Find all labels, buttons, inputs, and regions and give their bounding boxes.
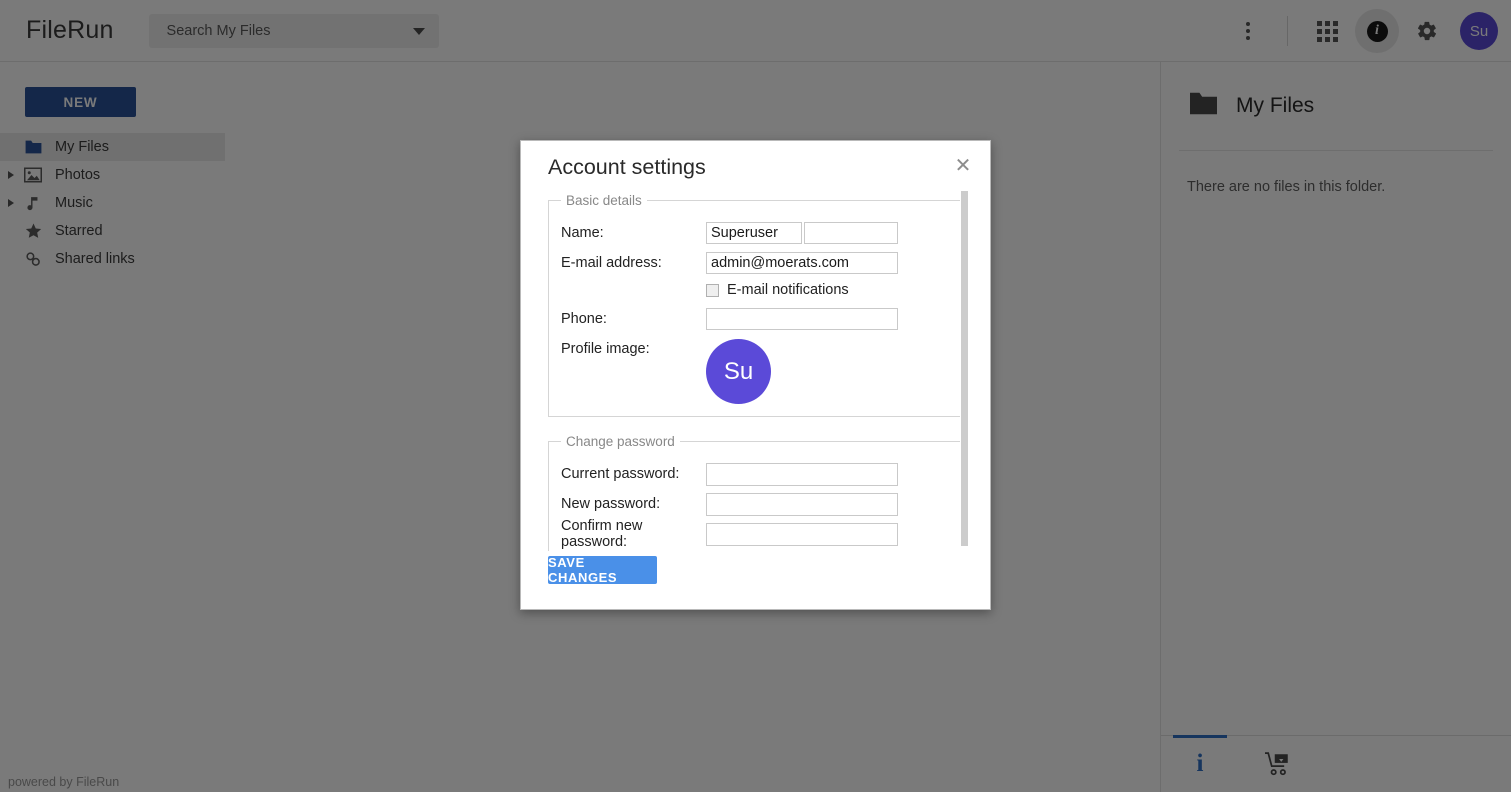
email-field[interactable]: admin@moerats.com [706,252,898,274]
email-row: E-mail address: admin@moerats.com [561,249,955,277]
avatar[interactable]: Su [706,339,771,404]
save-changes-button[interactable]: SAVE CHANGES [548,555,657,585]
email-label: E-mail address: [561,255,662,271]
new-password-field[interactable] [706,492,898,516]
dialog-scrollbar[interactable] [960,191,969,551]
email-notifications-label: E-mail notifications [727,282,849,298]
dialog-body: Basic details Name: Superuser E-mail add… [548,193,968,551]
current-password-field[interactable] [706,462,898,486]
confirm-password-field[interactable] [706,522,898,546]
filerun-app: FileRun Search My Files i [0,0,1511,792]
phone-field[interactable] [706,308,898,330]
change-password-legend: Change password [566,434,675,449]
email-notifications-row: E-mail notifications [561,277,955,303]
basic-details-legend: Basic details [566,193,642,208]
close-icon[interactable]: ✕ [948,151,978,181]
profile-image-label: Profile image: [561,341,650,357]
last-name-input[interactable] [804,222,898,244]
change-password-fieldset: Change password Current password: New pa… [548,434,968,551]
confirm-password-label: Confirm new password: [561,518,643,550]
current-password-row: Current password: [561,460,955,488]
email-notifications-checkbox[interactable] [706,283,719,297]
basic-details-fieldset: Basic details Name: Superuser E-mail add… [548,193,968,417]
account-settings-dialog: Account settings ✕ Basic details Name: S… [520,140,991,610]
dialog-scrollbar-thumb[interactable] [961,191,968,546]
phone-row: Phone: [561,305,955,333]
phone-label: Phone: [561,311,607,327]
new-password-row: New password: [561,490,955,518]
dialog-title: Account settings [548,155,706,179]
confirm-password-row: Confirm new password: [561,518,955,550]
first-name-input[interactable]: Superuser [706,222,802,244]
name-label: Name: [561,225,604,241]
profile-image-row: Profile image: Su [561,339,955,404]
name-row: Name: Superuser [561,219,955,247]
current-password-label: Current password: [561,466,680,482]
new-password-label: New password: [561,496,661,512]
